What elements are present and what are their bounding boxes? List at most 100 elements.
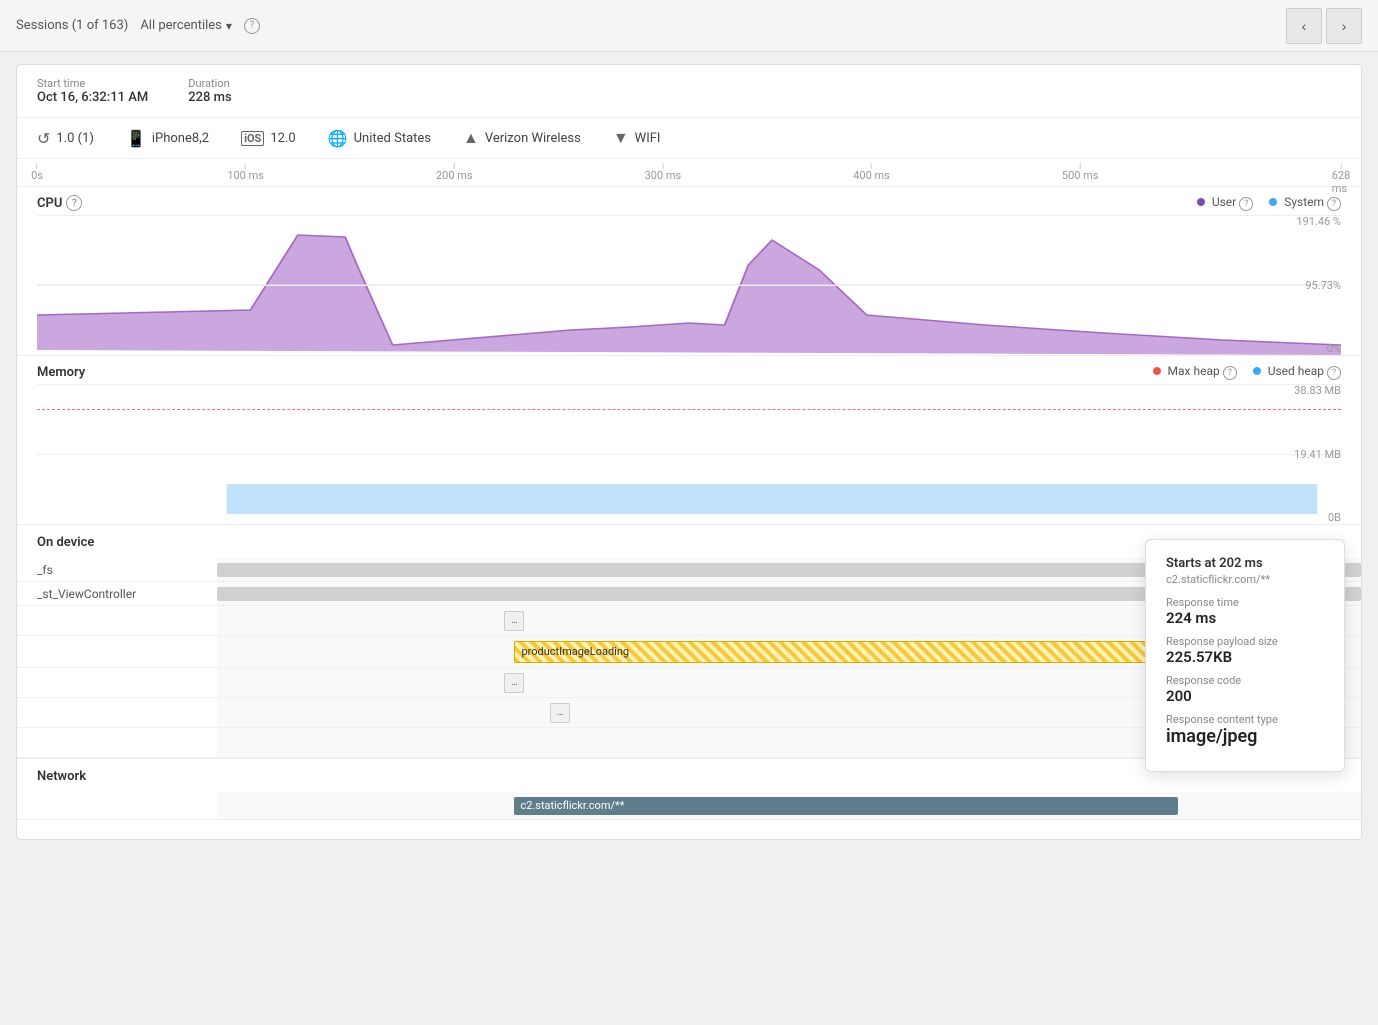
nav-prev-button[interactable]: ‹ — [1286, 8, 1322, 44]
cpu-fill — [37, 235, 1341, 355]
ruler-tick-5: 500 ms — [1062, 163, 1099, 182]
tooltip-payload: Response payload size 225.57KB — [1166, 635, 1324, 666]
network-bar-label: c2.staticflickr.com/** — [520, 799, 624, 812]
system-help-icon[interactable]: ? — [1327, 197, 1341, 211]
cpu-legend: User ? System ? — [1197, 195, 1341, 211]
carrier-value: Verizon Wireless — [485, 131, 581, 146]
device-os: iOS 12.0 — [241, 131, 296, 146]
model-value: iPhone8,2 — [152, 131, 209, 146]
tooltip-card: Starts at 202 ms c2.staticflickr.com/** … — [1145, 539, 1345, 772]
memory-svg — [37, 384, 1341, 524]
content-type-value: image/jpeg — [1166, 726, 1324, 747]
sessions-label: Sessions (1 of 163) — [16, 18, 128, 33]
memory-chart-area: 38.83 MB 19.41 MB 0B — [37, 384, 1341, 524]
tooltip-response-time: Response time 224 ms — [1166, 596, 1324, 627]
timeline-ruler: 0s100 ms200 ms300 ms400 ms500 ms628 ms — [17, 159, 1361, 187]
max-heap-legend: Max heap ? — [1153, 364, 1237, 380]
device-model: 📱 iPhone8,2 — [126, 129, 209, 148]
user-help-icon[interactable]: ? — [1239, 197, 1253, 211]
top-bar-left: Sessions (1 of 163) All percentiles ▾ ? — [16, 18, 260, 34]
cpu-header: CPU ? User ? System ? — [17, 187, 1361, 215]
user-legend: User ? — [1197, 195, 1253, 211]
globe-icon: 🌐 — [328, 129, 348, 148]
expand-btn-3[interactable]: … — [550, 703, 570, 723]
device-network: ▼ WIFI — [613, 128, 661, 148]
duration-value: 228 ms — [188, 90, 231, 105]
chevron-down-icon: ▾ — [226, 19, 232, 33]
memory-title: Memory — [37, 365, 85, 380]
cpu-svg — [37, 215, 1341, 355]
code-label: Response code — [1166, 674, 1324, 687]
start-time-value: Oct 16, 6:32:11 AM — [37, 90, 148, 105]
ruler-tick-4: 400 ms — [853, 163, 890, 182]
ruler-inner: 0s100 ms200 ms300 ms400 ms500 ms628 ms — [37, 163, 1341, 186]
wifi-icon: ▼ — [613, 128, 629, 148]
max-heap-help[interactable]: ? — [1223, 366, 1237, 380]
nav-next-button[interactable]: › — [1326, 8, 1362, 44]
code-value: 200 — [1166, 687, 1324, 705]
session-info: Start time Oct 16, 6:32:11 AM Duration 2… — [17, 65, 1361, 118]
st-view-label: _st_ViewController — [17, 587, 217, 601]
network-bar[interactable]: c2.staticflickr.com/** — [514, 797, 1178, 815]
network-timeline: c2.staticflickr.com/** — [217, 792, 1361, 819]
product-image-bar-label: productImageLoading — [521, 645, 629, 658]
duration-group: Duration 228 ms — [188, 77, 231, 105]
expand-btn-1[interactable]: … — [504, 611, 524, 631]
network-section: Network c2.staticflickr.com/** Starts at… — [17, 759, 1361, 839]
device-info: ↺ 1.0 (1) 📱 iPhone8,2 iOS 12.0 🌐 United … — [17, 118, 1361, 159]
network-value: WIFI — [635, 131, 661, 146]
ruler-tick-0: 0s — [31, 163, 43, 182]
ruler-tick-3: 300 ms — [645, 163, 682, 182]
device-carrier: ▲ Verizon Wireless — [463, 128, 581, 148]
cpu-section: CPU ? User ? System ? — [17, 187, 1361, 356]
response-time-value: 224 ms — [1166, 609, 1324, 627]
max-heap-dot — [1153, 367, 1161, 375]
response-time-label: Response time — [1166, 596, 1324, 609]
tooltip-content-type: Response content type image/jpeg — [1166, 713, 1324, 747]
tooltip-code: Response code 200 — [1166, 674, 1324, 705]
system-legend: System ? — [1269, 195, 1341, 211]
used-heap-bar — [227, 484, 1318, 514]
ruler-tick-2: 200 ms — [436, 163, 473, 182]
country-value: United States — [354, 131, 431, 146]
top-bar: Sessions (1 of 163) All percentiles ▾ ? … — [0, 0, 1378, 52]
version-value: 1.0 (1) — [56, 131, 94, 146]
percentile-label: All percentiles — [140, 18, 222, 33]
device-country: 🌐 United States — [328, 129, 431, 148]
signal-icon: ▲ — [463, 128, 479, 148]
main-card: Start time Oct 16, 6:32:11 AM Duration 2… — [16, 64, 1362, 840]
memory-section: Memory Max heap ? Used heap ? — [17, 356, 1361, 525]
tooltip-url: c2.staticflickr.com/** — [1166, 573, 1324, 586]
tooltip-title: Starts at 202 ms — [1166, 556, 1324, 571]
nav-buttons: ‹ › — [1286, 8, 1362, 44]
ruler-tick-1: 100 ms — [227, 163, 264, 182]
network-row: c2.staticflickr.com/** — [17, 792, 1361, 820]
ios-icon: iOS — [241, 131, 264, 146]
version-icon: ↺ — [37, 129, 50, 148]
content-type-label: Response content type — [1166, 713, 1324, 726]
device-version: ↺ 1.0 (1) — [37, 129, 94, 148]
cpu-title: CPU ? — [37, 195, 82, 211]
used-heap-legend: Used heap ? — [1253, 364, 1341, 380]
user-dot — [1197, 198, 1205, 206]
cpu-chart-area: 191.46 % 95.73% 0% — [37, 215, 1341, 355]
phone-icon: 📱 — [126, 129, 146, 148]
memory-header: Memory Max heap ? Used heap ? — [17, 356, 1361, 384]
os-value: 12.0 — [270, 131, 295, 146]
percentile-selector[interactable]: All percentiles ▾ — [140, 18, 232, 33]
memory-legend: Max heap ? Used heap ? — [1153, 364, 1341, 380]
cpu-help-icon[interactable]: ? — [66, 195, 82, 211]
payload-value: 225.57KB — [1166, 648, 1324, 666]
used-heap-dot — [1253, 367, 1261, 375]
product-image-bar[interactable]: productImageLoading — [514, 641, 1178, 663]
payload-label: Response payload size — [1166, 635, 1324, 648]
start-time-group: Start time Oct 16, 6:32:11 AM — [37, 77, 148, 105]
help-icon[interactable]: ? — [244, 18, 260, 34]
used-heap-help[interactable]: ? — [1327, 366, 1341, 380]
fs-label: _fs — [17, 563, 217, 577]
expand-btn-2[interactable]: … — [504, 673, 524, 693]
start-time-label: Start time — [37, 77, 148, 90]
duration-label: Duration — [188, 77, 231, 90]
system-dot — [1269, 198, 1277, 206]
mem-grid-bottom — [37, 524, 1341, 525]
